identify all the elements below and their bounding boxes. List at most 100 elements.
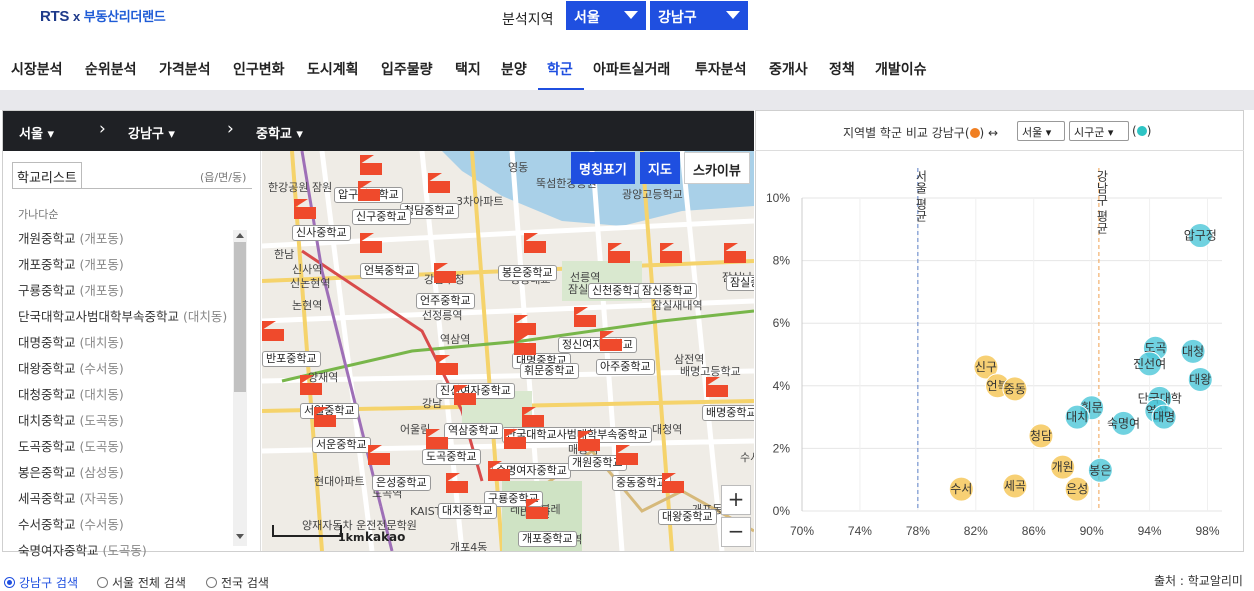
school-pin-label[interactable]: 잠실중: [726, 275, 754, 291]
school-dong: (수서동): [79, 517, 124, 532]
radio-gangnam-search[interactable]: 강남구 검색: [4, 574, 78, 591]
school-list-item[interactable]: 구룡중학교 (개포동): [18, 280, 124, 299]
map-place-label: 역삼역: [440, 333, 471, 346]
radio-dot: [206, 577, 217, 588]
school-list-item[interactable]: 수서중학교 (수서동): [18, 514, 124, 533]
school-list-item[interactable]: 숙명여자중학교 (도곡동): [18, 540, 147, 559]
school-pin-label[interactable]: 봉은중학교: [498, 265, 557, 281]
school-pin-label[interactable]: 역삼중학교: [444, 423, 503, 439]
map-place-label: 잠실새내역: [652, 299, 703, 312]
scroll-down-icon[interactable]: [236, 534, 244, 539]
crumb-level[interactable]: 중학교 ▾: [256, 123, 303, 142]
radio-seoul-search[interactable]: 서울 전체 검색: [97, 574, 186, 591]
scrollbar-thumb[interactable]: [234, 242, 246, 392]
nav-item[interactable]: 정책: [829, 59, 855, 79]
school-name: 숙명여자중학교: [18, 543, 99, 558]
scatter-point-label: 압구정: [1184, 229, 1217, 243]
compare-city-select[interactable]: 서울 ▾: [1017, 121, 1065, 141]
zoom-out-button[interactable]: −: [721, 517, 751, 547]
breadcrumb: 서울 ▾ › 강남구 ▾ › 중학교 ▾: [3, 111, 754, 151]
school-pin-label[interactable]: 정신여자중학교: [558, 337, 637, 353]
nav-item[interactable]: 순위분석: [85, 59, 137, 79]
nav-item[interactable]: 분양: [501, 59, 527, 79]
tab-school-list[interactable]: 학교리스트: [12, 162, 82, 188]
crumb-city[interactable]: 서울 ▾: [19, 123, 54, 142]
radio-nation-search[interactable]: 전국 검색: [206, 574, 269, 591]
district-select[interactable]: 강남구: [650, 1, 748, 30]
map-place-label: 광양고등학교: [622, 188, 683, 201]
city-select-value: 서울: [574, 10, 600, 26]
school-pin-label[interactable]: 잠신중학교: [638, 283, 697, 299]
school-dong: (도곡동): [79, 413, 124, 428]
school-list-item[interactable]: 개포중학교 (개포동): [18, 254, 124, 273]
school-list-item[interactable]: 도곡중학교 (도곡동): [18, 436, 124, 455]
scatter-point-label: 세곡: [1004, 479, 1026, 493]
nav-item[interactable]: 중개사: [769, 59, 808, 79]
school-pin-label[interactable]: 반포중학교: [262, 351, 321, 367]
skyview-button[interactable]: 스카이뷰: [684, 152, 750, 184]
school-list-item[interactable]: 개원중학교 (개포동): [18, 228, 124, 247]
school-dong: (개포동): [79, 231, 124, 246]
nav-item[interactable]: 개발이슈: [875, 59, 927, 79]
x-tick-label: 86%: [1022, 524, 1046, 538]
school-list-item[interactable]: 세곡중학교 (자곡동): [18, 488, 124, 507]
nav-item[interactable]: 인구변화: [233, 59, 285, 79]
x-tick-label: 90%: [1080, 524, 1104, 538]
compare-color-icon: [1136, 126, 1147, 136]
nav-item[interactable]: 시장분석: [11, 59, 63, 79]
sort-label[interactable]: 가나다순: [18, 206, 58, 222]
main-nav: 시장분석 순위분석 가격분석 인구변화 도시계획 입주물량 택지 분양 학군 아…: [0, 52, 1254, 92]
nav-item-active[interactable]: 학군: [547, 59, 573, 79]
school-pin-label[interactable]: 은성중학교: [372, 475, 431, 491]
school-pin-label[interactable]: 언주중학교: [416, 293, 475, 309]
scatter-point-label: 진선여: [1133, 357, 1166, 371]
scatter-point-label: 숙명여: [1107, 416, 1140, 430]
school-name: 도곡중학교: [18, 439, 76, 454]
school-list-item[interactable]: 대청중학교 (대치동): [18, 384, 124, 403]
school-pin-label[interactable]: 휘문중학교: [520, 363, 579, 379]
map-view-button[interactable]: 지도: [640, 152, 680, 184]
chart-title-mid: ) ↔: [979, 126, 999, 140]
region-label: 분석지역: [502, 12, 554, 28]
reference-line-label: 서울 평균: [914, 170, 928, 222]
nav-item[interactable]: 투자분석: [695, 59, 747, 79]
nav-item[interactable]: 도시계획: [307, 59, 359, 79]
school-pin-label[interactable]: 언북중학교: [360, 263, 419, 279]
compare-level-select[interactable]: 시구군 ▾: [1069, 121, 1129, 141]
nav-item[interactable]: 택지: [455, 59, 481, 79]
tab-divider: [12, 188, 252, 189]
school-list-item[interactable]: 봉은중학교 (삼성동): [18, 462, 124, 481]
school-pin-label[interactable]: 개포중학교: [518, 531, 577, 547]
school-pin-label[interactable]: 신구중학교: [352, 209, 411, 225]
school-dong: (대치동): [79, 387, 124, 402]
crumb-district[interactable]: 강남구 ▾: [128, 123, 175, 142]
city-select[interactable]: 서울: [566, 1, 646, 30]
scatter-point-label: 대청: [1182, 344, 1204, 358]
brand-logo[interactable]: RTS x 부동산리더랜드: [40, 6, 166, 25]
school-map[interactable]: 한강공원 잠원영동신사역3차아파트뚝섬한강공원광양고등학교한남영동대교신논현역논…: [262, 151, 754, 551]
school-list-item[interactable]: 대왕중학교 (수서동): [18, 358, 124, 377]
school-pin-label[interactable]: 대치중학교: [438, 503, 497, 519]
chart-title-text: 지역별 학군 비교 강남구(: [843, 126, 970, 140]
school-name: 세곡중학교: [18, 491, 76, 506]
map-scale-label: 1km: [338, 531, 365, 544]
nav-item[interactable]: 입주물량: [381, 59, 433, 79]
zoom-in-button[interactable]: +: [721, 485, 751, 515]
school-pin-label[interactable]: 아주중학교: [596, 359, 655, 375]
nav-item[interactable]: 아파트실거래: [593, 59, 670, 79]
chart-title: 지역별 학군 비교 강남구( ) ↔: [843, 124, 998, 141]
map-place-label: 한강공원 잠원: [268, 181, 333, 194]
x-tick-label: 82%: [964, 524, 988, 538]
school-pin-label[interactable]: 도곡중학교: [422, 449, 481, 465]
school-list-item[interactable]: 단국대학교사범대학부속중학교 (대치동): [18, 306, 227, 325]
scroll-up-icon[interactable]: [236, 233, 244, 238]
scatter-point-label: 신구: [975, 360, 997, 374]
school-pin-label[interactable]: 배명중학교: [702, 405, 754, 421]
names-toggle-button[interactable]: 명칭표기: [571, 152, 635, 184]
school-list-item[interactable]: 대명중학교 (대치동): [18, 332, 124, 351]
school-pin-label[interactable]: 서운중학교: [312, 437, 371, 453]
school-pin-label[interactable]: 신사중학교: [292, 225, 351, 241]
nav-item[interactable]: 가격분석: [159, 59, 211, 79]
school-pin-label[interactable]: 대왕중학교: [658, 509, 717, 525]
school-list-item[interactable]: 대치중학교 (도곡동): [18, 410, 124, 429]
